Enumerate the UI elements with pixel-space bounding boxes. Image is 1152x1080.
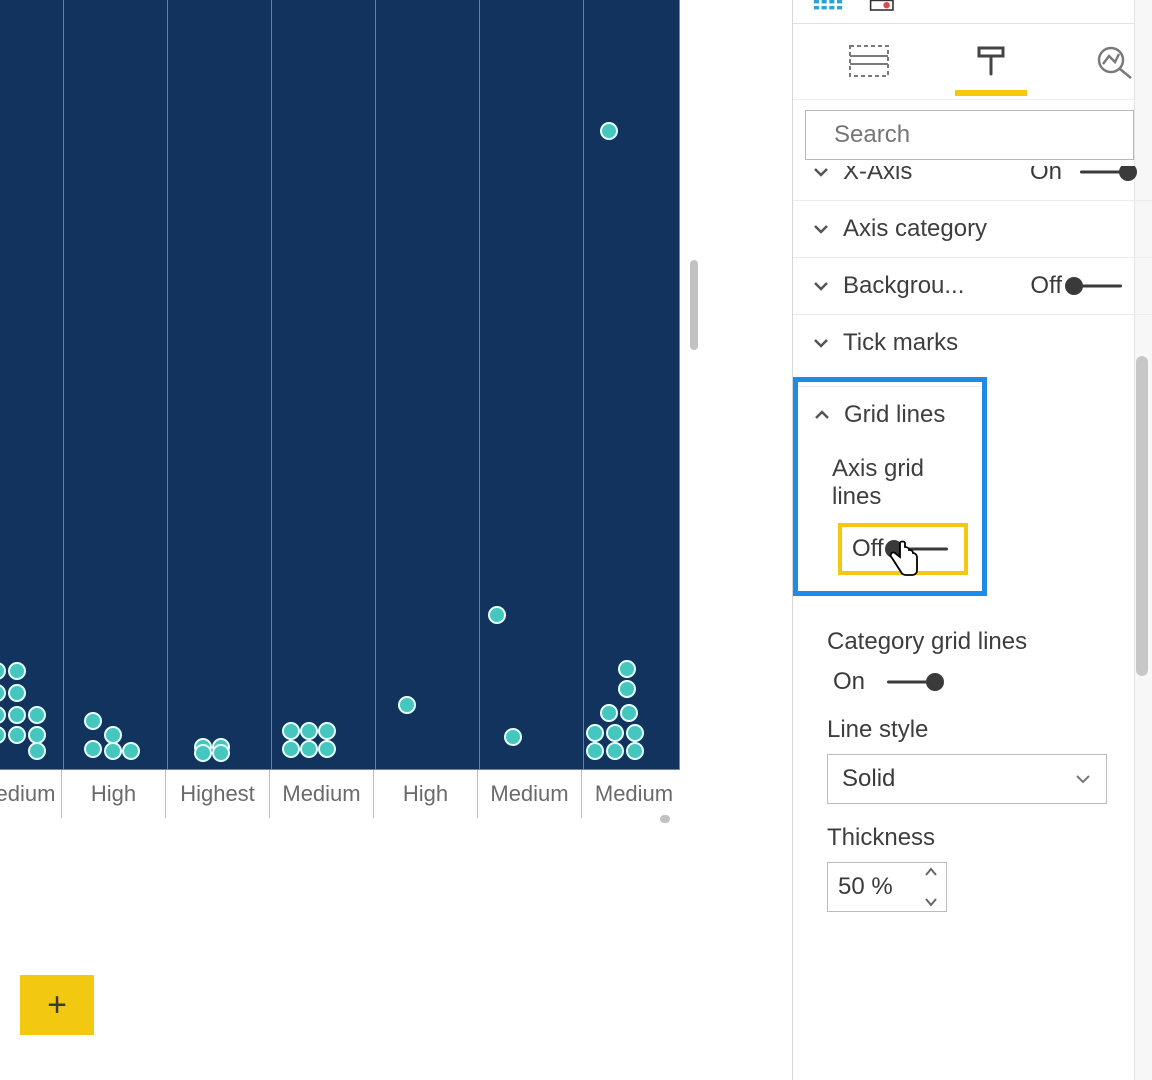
section-tick-marks[interactable]: Tick marks <box>793 314 1152 371</box>
data-point[interactable] <box>282 740 300 758</box>
visual-horizontal-scrollbar[interactable] <box>0 813 680 825</box>
add-page-button[interactable]: + <box>20 975 94 1035</box>
pane-tabs <box>793 24 1152 100</box>
visualizations-format-pane: X-Axis On Axis category Backgrou... Off <box>792 0 1152 1080</box>
format-tab[interactable] <box>955 42 1027 99</box>
data-point[interactable] <box>104 742 122 760</box>
data-point[interactable] <box>8 662 26 680</box>
x-axis-category: Medium <box>270 770 374 818</box>
section-background[interactable]: Backgrou... Off <box>793 257 1152 314</box>
x-axis-category: Medium <box>478 770 582 818</box>
section-axis-category[interactable]: Axis category <box>793 200 1152 257</box>
data-point[interactable] <box>300 722 318 740</box>
category-gridline <box>479 0 480 769</box>
data-point[interactable] <box>618 680 636 698</box>
data-point[interactable] <box>504 728 522 746</box>
axis-grid-lines-label: Axis grid lines <box>798 443 982 517</box>
thickness-stepper[interactable]: 50 % <box>827 862 947 912</box>
line-style-label: Line style <box>793 696 1152 754</box>
data-point[interactable] <box>626 724 644 742</box>
data-point[interactable] <box>28 742 46 760</box>
x-axis-category: High <box>374 770 478 818</box>
chevron-down-icon <box>1074 770 1092 788</box>
data-point[interactable] <box>620 704 638 722</box>
data-point[interactable] <box>606 742 624 760</box>
scatter-plot[interactable] <box>0 0 680 770</box>
data-point[interactable] <box>84 712 102 730</box>
custom-visual-icon <box>869 0 901 12</box>
section-label: Grid lines <box>844 401 958 429</box>
data-point[interactable] <box>618 660 636 678</box>
section-label: Axis category <box>843 215 1128 243</box>
category-gridline <box>375 0 376 769</box>
data-point[interactable] <box>84 740 102 758</box>
chevron-up-icon <box>812 405 832 425</box>
fields-tab[interactable] <box>833 42 905 99</box>
section-label: X-Axis <box>843 166 1018 186</box>
data-point[interactable] <box>300 740 318 758</box>
x-axis-category: High <box>62 770 166 818</box>
grid-icon <box>813 0 849 12</box>
category-gridline <box>167 0 168 769</box>
chevron-down-icon <box>811 219 831 239</box>
visual-vertical-scrollbar[interactable] <box>688 0 700 770</box>
data-point[interactable] <box>8 706 26 724</box>
pane-scrollbar[interactable] <box>1136 356 1148 676</box>
data-point[interactable] <box>586 742 604 760</box>
data-point[interactable] <box>0 706 6 724</box>
data-point[interactable] <box>282 722 300 740</box>
data-point[interactable] <box>0 662 6 680</box>
data-point[interactable] <box>8 684 26 702</box>
search-input[interactable] <box>834 121 1144 149</box>
x-axis-category: Medium <box>582 770 686 818</box>
grid-lines-highlight: Grid lines Axis grid lines Off <box>793 377 987 596</box>
data-point[interactable] <box>122 742 140 760</box>
data-point[interactable] <box>488 606 506 624</box>
category-grid-lines-label: Category grid lines <box>793 604 1152 662</box>
plus-icon: + <box>47 986 67 1025</box>
data-point[interactable] <box>398 696 416 714</box>
chevron-down-icon <box>811 166 831 182</box>
data-point[interactable] <box>600 122 618 140</box>
data-point[interactable] <box>212 744 230 762</box>
data-point[interactable] <box>626 742 644 760</box>
data-point[interactable] <box>600 704 618 722</box>
data-point[interactable] <box>8 726 26 744</box>
line-style-select[interactable]: Solid <box>827 754 1107 804</box>
visual-frame[interactable]: ediumHighHighestMediumHighMediumMedium <box>0 0 730 825</box>
axis-grid-lines-toggle[interactable]: Off <box>838 523 968 575</box>
data-point[interactable] <box>194 744 212 762</box>
format-options-list: X-Axis On Axis category Backgrou... Off <box>793 166 1152 1080</box>
x-axis-category: edium <box>0 770 62 818</box>
data-point[interactable] <box>28 706 46 724</box>
category-grid-lines-toggle[interactable]: On <box>833 668 1128 696</box>
data-point[interactable] <box>318 722 336 740</box>
chevron-down-icon <box>811 276 831 296</box>
data-point[interactable] <box>0 684 6 702</box>
section-grid-lines[interactable]: Grid lines <box>798 386 982 443</box>
x-axis-category: Highest <box>166 770 270 818</box>
thickness-label: Thickness <box>793 804 1152 862</box>
chevron-up-icon[interactable] <box>924 867 938 877</box>
format-search[interactable] <box>805 110 1134 160</box>
background-toggle[interactable]: Off <box>1030 272 1128 300</box>
category-gridline <box>583 0 584 769</box>
data-point[interactable] <box>586 724 604 742</box>
category-gridline <box>63 0 64 769</box>
x-axis-labels: ediumHighHighestMediumHighMediumMedium <box>0 770 680 818</box>
section-label: Tick marks <box>843 329 1128 357</box>
section-label: Backgrou... <box>843 272 1018 300</box>
chevron-down-icon[interactable] <box>924 897 938 907</box>
data-point[interactable] <box>318 740 336 758</box>
section-x-axis[interactable]: X-Axis On <box>793 166 1152 200</box>
chevron-down-icon <box>811 333 831 353</box>
data-point[interactable] <box>0 726 6 744</box>
category-gridline <box>271 0 272 769</box>
report-canvas[interactable]: ediumHighHighestMediumHighMediumMedium + <box>0 0 792 1080</box>
x-axis-toggle[interactable]: On <box>1030 166 1128 186</box>
data-point[interactable] <box>606 724 624 742</box>
